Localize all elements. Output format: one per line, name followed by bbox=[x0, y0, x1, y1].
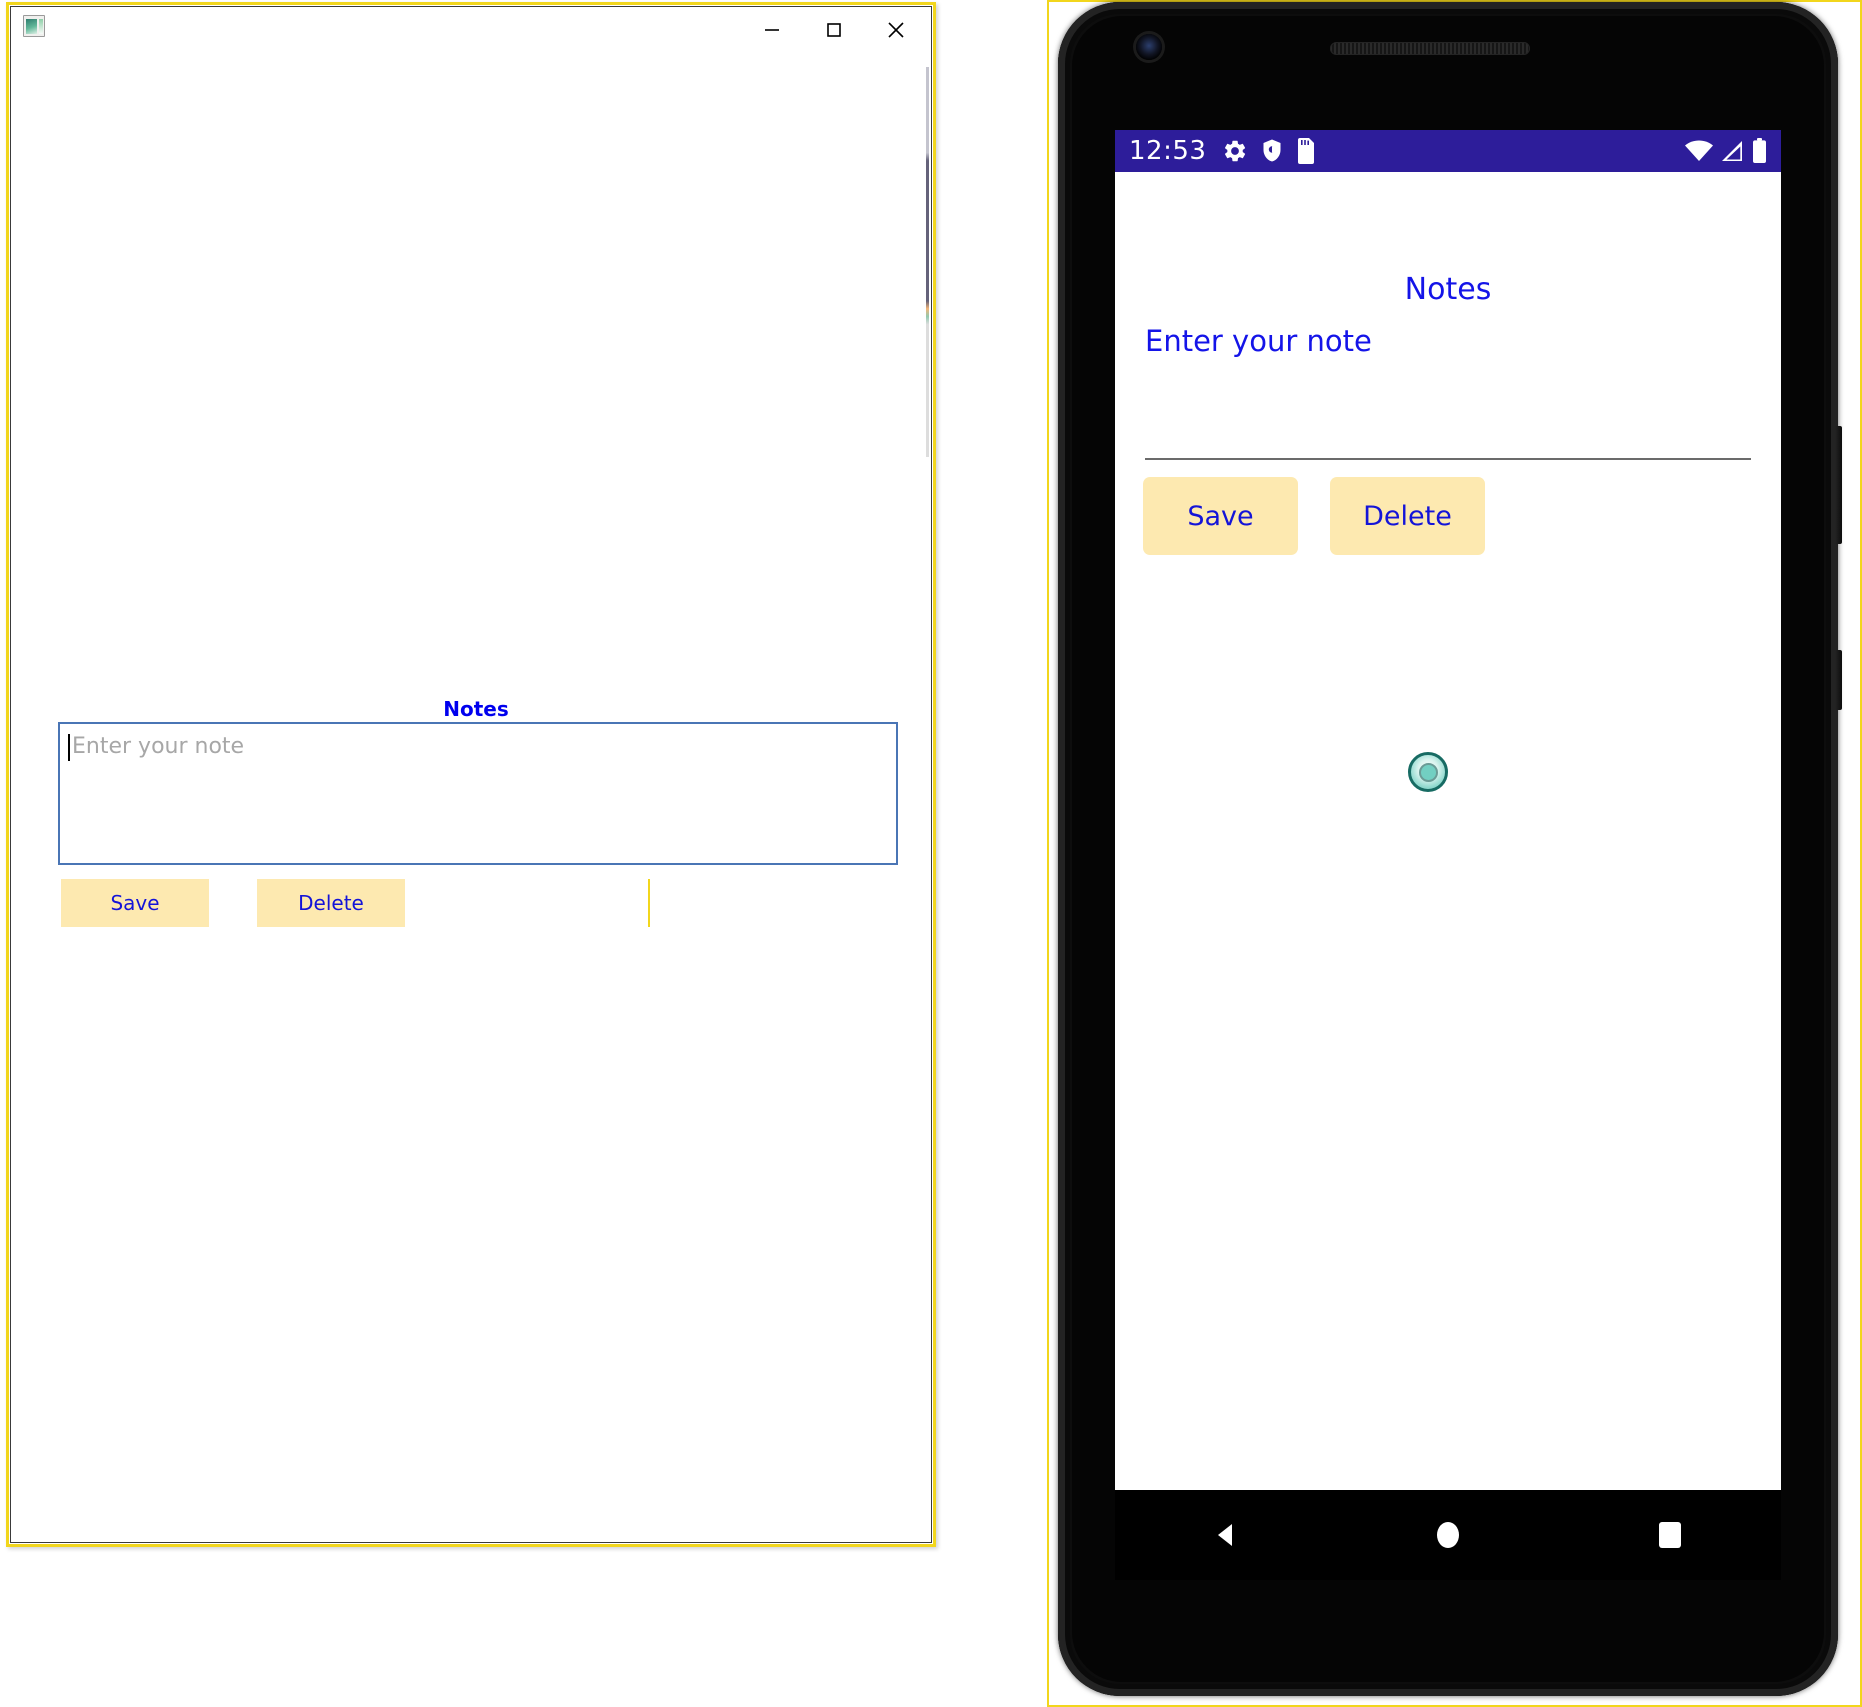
phone-action-buttons: Save Delete bbox=[1143, 477, 1485, 555]
window-titlebar[interactable] bbox=[11, 7, 931, 53]
recents-square-icon bbox=[1659, 1522, 1681, 1548]
screen-root: Notes Enter your note Save Delete 12:53 bbox=[0, 0, 1862, 1707]
power-button[interactable] bbox=[1835, 426, 1842, 544]
phone-app-body: Notes Enter your note Save Delete bbox=[1115, 172, 1781, 1490]
sd-card-icon bbox=[1296, 138, 1316, 164]
volume-button[interactable] bbox=[1835, 650, 1842, 710]
text-caret bbox=[68, 734, 70, 761]
note-input[interactable]: Enter your note bbox=[58, 722, 898, 865]
window-right-sliver bbox=[926, 67, 929, 457]
shield-icon bbox=[1260, 138, 1284, 164]
earpiece-speaker bbox=[1330, 42, 1530, 55]
nav-home-button[interactable] bbox=[1403, 1505, 1493, 1565]
save-button[interactable]: Save bbox=[1143, 477, 1298, 555]
front-camera-icon bbox=[1136, 34, 1162, 60]
back-triangle-icon bbox=[1218, 1524, 1232, 1546]
phone-device: 12:53 Notes Enter your note Save Delete bbox=[1058, 2, 1842, 1696]
status-bar-right-icons bbox=[1684, 138, 1767, 164]
app-icon-right-pane bbox=[39, 19, 43, 34]
app-icon-left-pane bbox=[26, 19, 37, 34]
maximize-icon bbox=[827, 23, 841, 37]
wifi-icon bbox=[1684, 139, 1714, 163]
nav-recents-button[interactable] bbox=[1625, 1505, 1715, 1565]
battery-icon bbox=[1752, 138, 1767, 164]
note-input-placeholder: Enter your note bbox=[72, 734, 245, 759]
page-title: Notes bbox=[443, 697, 509, 721]
android-nav-bar bbox=[1115, 1490, 1781, 1580]
action-buttons: Save Delete bbox=[61, 879, 405, 927]
desktop-window-inner: Notes Enter your note Save Delete bbox=[10, 6, 932, 1543]
note-field-label: Enter your note bbox=[1145, 324, 1372, 358]
phone-screen: 12:53 Notes Enter your note Save Delete bbox=[1115, 130, 1781, 1490]
cellular-signal-icon bbox=[1720, 139, 1746, 163]
status-bar-clock: 12:53 bbox=[1129, 136, 1207, 166]
status-bar-left-icons bbox=[1222, 138, 1316, 164]
save-button[interactable]: Save bbox=[61, 879, 209, 927]
touch-pointer-icon bbox=[1408, 752, 1448, 792]
desktop-window: Notes Enter your note Save Delete bbox=[6, 2, 936, 1547]
vertical-divider bbox=[648, 879, 650, 927]
status-bar: 12:53 bbox=[1115, 130, 1781, 172]
window-controls bbox=[741, 7, 927, 53]
phone-page-title: Notes bbox=[1404, 272, 1492, 307]
delete-button[interactable]: Delete bbox=[257, 879, 405, 927]
close-icon bbox=[888, 22, 904, 38]
gear-icon bbox=[1222, 138, 1248, 164]
minimize-button[interactable] bbox=[741, 9, 803, 51]
maximize-button[interactable] bbox=[803, 9, 865, 51]
minimize-icon bbox=[765, 29, 779, 31]
nav-back-button[interactable] bbox=[1181, 1505, 1271, 1565]
app-window-icon bbox=[23, 15, 45, 37]
close-button[interactable] bbox=[865, 9, 927, 51]
home-circle-icon bbox=[1437, 1522, 1459, 1548]
touch-pointer-core bbox=[1418, 762, 1438, 782]
delete-button[interactable]: Delete bbox=[1330, 477, 1485, 555]
note-input[interactable] bbox=[1145, 458, 1751, 460]
